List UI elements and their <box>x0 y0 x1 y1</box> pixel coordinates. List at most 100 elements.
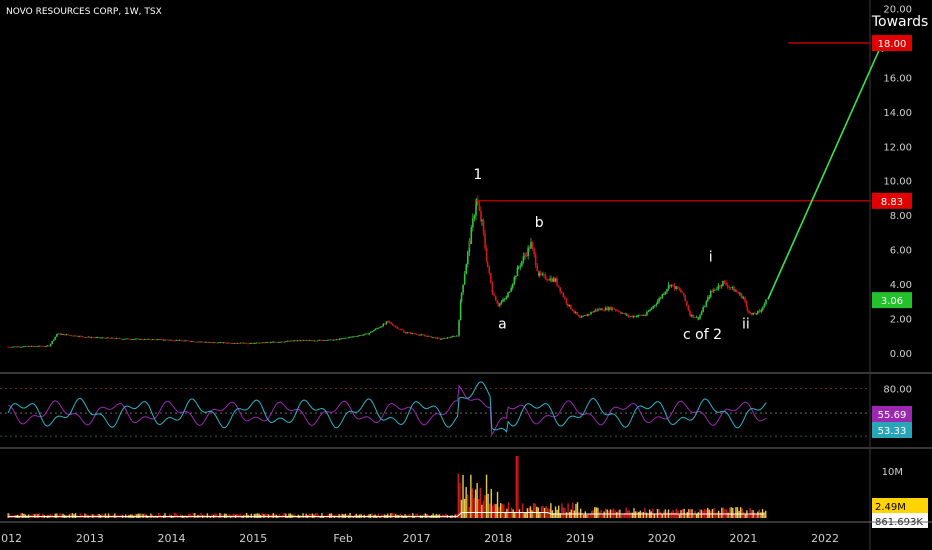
volume-bar <box>200 513 202 518</box>
candle-body <box>510 287 512 292</box>
candle-body <box>507 292 509 297</box>
y-tick-label: 2.00 <box>890 314 912 325</box>
candle-body <box>714 289 717 291</box>
candle-body <box>34 346 36 347</box>
volume-bar <box>641 511 643 518</box>
candle-body <box>434 337 437 339</box>
candle-body <box>144 339 146 340</box>
candle-body <box>560 291 563 293</box>
candle-body <box>686 301 688 306</box>
candle-body <box>579 316 581 318</box>
candle-body <box>552 278 555 282</box>
volume-bar <box>722 507 725 518</box>
candle-body <box>313 340 316 342</box>
y-tick-label: 14.00 <box>883 108 912 119</box>
volume-bar <box>258 513 260 518</box>
candle-body <box>382 323 385 327</box>
candle-body <box>735 290 738 293</box>
volume-bar <box>189 513 191 518</box>
candle-body <box>115 338 118 339</box>
candle-body <box>451 336 453 338</box>
candle-body <box>78 335 80 337</box>
candle-body <box>315 340 317 342</box>
candle-body <box>419 334 421 336</box>
candle-body <box>129 339 132 341</box>
volume-bar <box>460 499 463 518</box>
candle-body <box>570 304 572 310</box>
candle-body <box>618 310 620 313</box>
candle-body <box>294 340 297 342</box>
volume-bar <box>732 507 734 518</box>
candle-body <box>376 328 378 330</box>
volume-bar <box>321 513 323 518</box>
candle-body <box>709 290 712 297</box>
candle-body <box>329 339 331 341</box>
volume-bar <box>655 514 657 518</box>
candle-body <box>446 337 449 339</box>
volume-bar <box>158 513 160 518</box>
volume-bar <box>612 508 615 518</box>
candle-body <box>10 346 13 348</box>
volume-bar <box>642 512 645 518</box>
candle-body <box>366 333 369 335</box>
candle-body <box>699 315 701 319</box>
volume-bar <box>79 513 82 518</box>
candle-body <box>213 342 215 344</box>
candle-body <box>161 339 163 341</box>
candle-body <box>488 266 491 274</box>
candle-body <box>147 338 149 340</box>
volume-bar <box>663 511 665 518</box>
candle-body <box>564 296 566 299</box>
volume-bar <box>539 513 541 518</box>
candle-body <box>170 339 173 341</box>
volume-bar <box>620 514 623 518</box>
volume-bar <box>597 507 599 518</box>
candle-body <box>81 336 84 337</box>
candle-body <box>335 339 338 341</box>
candle-body <box>118 338 121 339</box>
candle-body <box>408 332 410 334</box>
candle-body <box>486 261 489 267</box>
candle-body <box>393 325 396 327</box>
candle-body <box>137 338 140 340</box>
volume-bar <box>675 508 678 518</box>
candle-body <box>636 316 638 317</box>
volume-bar <box>219 513 221 518</box>
volume-bar <box>697 512 699 518</box>
candle-body <box>463 274 466 285</box>
candle-body <box>89 336 91 338</box>
candle-body <box>436 337 439 339</box>
candle-body <box>249 343 251 345</box>
volume-bar <box>713 508 715 518</box>
candle-body <box>478 205 481 211</box>
volume-bar <box>470 474 472 518</box>
candle-body <box>675 286 677 290</box>
candle-body <box>142 339 145 341</box>
candle-body <box>363 333 366 335</box>
volume-bar <box>134 513 136 518</box>
candle-body <box>162 339 165 341</box>
volume-bar <box>727 512 729 518</box>
candle-body <box>576 312 578 315</box>
candle-body <box>521 261 523 266</box>
candle-body <box>485 248 488 262</box>
candle-body <box>765 299 767 304</box>
candle-body <box>480 210 482 221</box>
candle-body <box>101 337 104 339</box>
candle-body <box>285 341 287 343</box>
candle-body <box>628 316 630 318</box>
volume-bar <box>554 506 557 518</box>
candle-body <box>595 309 598 311</box>
candle-body <box>647 311 650 312</box>
candle-body <box>416 334 418 335</box>
candle-body <box>123 338 126 340</box>
candle-body <box>465 264 468 275</box>
candle-body <box>268 342 270 344</box>
candle-body <box>438 337 440 339</box>
volume-bar <box>739 507 742 518</box>
volume-bar <box>532 503 535 518</box>
candle-body <box>109 337 112 339</box>
candle-body <box>214 342 217 344</box>
candle-body <box>669 284 671 287</box>
candle-body <box>290 340 292 342</box>
